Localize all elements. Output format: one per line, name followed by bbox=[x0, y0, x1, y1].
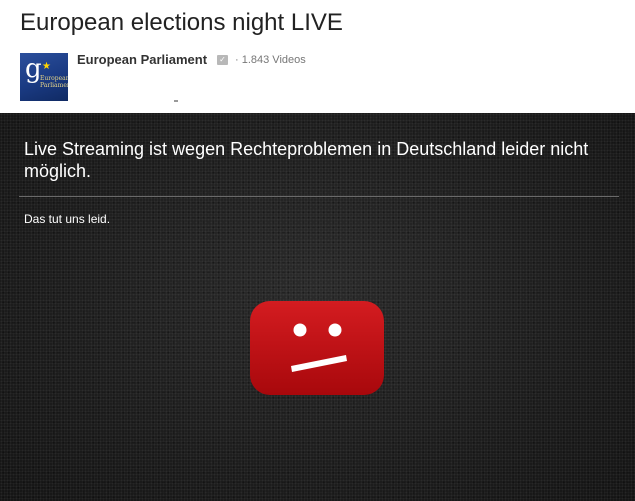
video-title: European elections night LIVE bbox=[20, 9, 343, 36]
icon-right-eye bbox=[328, 323, 342, 337]
video-header: European elections night LIVE g ★ Europe… bbox=[0, 0, 635, 113]
channel-name-link[interactable]: European Parliament bbox=[77, 52, 207, 67]
channel-avatar[interactable]: g ★ European Parliament bbox=[20, 53, 68, 101]
star-icon: ★ bbox=[42, 61, 51, 72]
sad-youtube-face-icon bbox=[250, 301, 384, 395]
channel-video-count: · 1.843 Videos bbox=[235, 54, 306, 66]
icon-left-eye bbox=[293, 323, 307, 337]
divider-mark bbox=[174, 100, 178, 102]
video-player[interactable]: Live Streaming ist wegen Rechteproblemen… bbox=[0, 113, 635, 501]
channel-logo-text: European Parliament bbox=[40, 75, 68, 89]
verified-check-icon: ✓ bbox=[217, 55, 228, 65]
error-sub-message: Das tut uns leid. bbox=[24, 212, 111, 226]
error-message: Live Streaming ist wegen Rechteproblemen… bbox=[24, 139, 589, 181]
error-divider bbox=[19, 196, 619, 197]
icon-background bbox=[250, 301, 384, 395]
video-page: European elections night LIVE g ★ Europe… bbox=[0, 0, 635, 501]
